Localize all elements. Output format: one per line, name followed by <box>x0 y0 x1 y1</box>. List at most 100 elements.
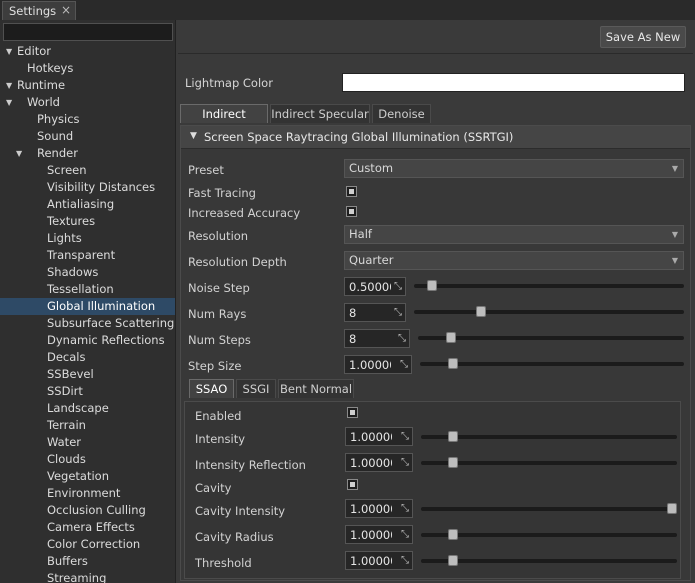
tab-bent-normal[interactable]: Bent Normal <box>278 379 354 398</box>
tree-item-occlusion-culling[interactable]: Occlusion Culling <box>0 502 175 519</box>
ssao-threshold-input[interactable]: 1.00000 ⤡ <box>345 551 413 570</box>
ssao-cavity-checkbox[interactable] <box>347 479 358 490</box>
tree-item-antialiasing[interactable]: Antialiasing <box>0 196 175 213</box>
increased-accuracy-label: Increased Accuracy <box>188 206 301 220</box>
tree-item-label: Decals <box>47 350 86 364</box>
noise-step-slider-handle[interactable] <box>427 280 437 291</box>
tree-item-landscape[interactable]: Landscape <box>0 400 175 417</box>
increased-accuracy-checkbox[interactable] <box>346 206 357 217</box>
num-steps-label: Num Steps <box>188 333 251 347</box>
tree-item-buffers[interactable]: Buffers <box>0 553 175 570</box>
preset-select[interactable]: Custom ▼ <box>344 159 684 178</box>
num-steps-slider-handle[interactable] <box>446 332 456 343</box>
ssao-intensity-input[interactable]: 1.00000 ⤡ <box>345 427 413 446</box>
tree-item-ssbevel[interactable]: SSBevel <box>0 366 175 383</box>
tree-item-render[interactable]: ▼ Render <box>0 145 175 162</box>
tree-item-clouds[interactable]: Clouds <box>0 451 175 468</box>
resolution-label: Resolution <box>188 229 249 243</box>
resolution-select[interactable]: Half ▼ <box>344 225 684 244</box>
ssao-cavity-radius-input[interactable]: 1.00000 ⤡ <box>345 525 413 544</box>
tab-denoise[interactable]: Denoise <box>372 104 431 123</box>
tree-item-transparent[interactable]: Transparent <box>0 247 175 264</box>
tree-item-decals[interactable]: Decals <box>0 349 175 366</box>
tree-item-tessellation[interactable]: Tessellation <box>0 281 175 298</box>
ssao-intensity-slider[interactable] <box>421 431 677 442</box>
tree-item-label: World <box>27 95 60 109</box>
tree-item-physics[interactable]: Physics <box>0 111 175 128</box>
num-steps-slider[interactable] <box>418 332 684 343</box>
ssao-intensity-reflection-slider[interactable] <box>421 457 677 468</box>
tab-indirect-diffuse[interactable]: Indirect Diffuse <box>180 104 268 140</box>
tree-item-label: Visibility Distances <box>47 180 156 194</box>
tree-item-label: Hotkeys <box>27 61 74 75</box>
drag-handle-icon: ⤡ <box>400 359 408 370</box>
lightmap-color-swatch[interactable] <box>342 73 685 92</box>
ssao-cavity-radius-slider-handle[interactable] <box>448 529 458 540</box>
tab-indirect-specular[interactable]: Indirect Specular <box>270 104 370 123</box>
num-rays-value: 8 <box>349 306 357 320</box>
ssao-cavity-radius-slider[interactable] <box>421 529 677 540</box>
ssao-cavity-intensity-input[interactable]: 1.00000 ⤡ <box>345 499 413 518</box>
tree-expand-arrow-icon[interactable]: ▼ <box>16 145 22 162</box>
ssao-intensity-slider-handle[interactable] <box>448 431 458 442</box>
tree-item-dynamic-reflections[interactable]: Dynamic Reflections <box>0 332 175 349</box>
tree-item-camera-effects[interactable]: Camera Effects <box>0 519 175 536</box>
tree-item-screen[interactable]: Screen <box>0 162 175 179</box>
tree-item-terrain[interactable]: Terrain <box>0 417 175 434</box>
tab-ssao[interactable]: SSAO <box>189 379 234 398</box>
search-input[interactable] <box>3 23 173 41</box>
ssao-threshold-slider-handle[interactable] <box>448 555 458 566</box>
noise-step-slider[interactable] <box>414 280 684 291</box>
tree-item-label: Antialiasing <box>47 197 115 211</box>
step-size-slider[interactable] <box>420 358 684 369</box>
tree-item-color-correction[interactable]: Color Correction <box>0 536 175 553</box>
tree-item-editor[interactable]: ▼ Editor <box>0 43 175 60</box>
ssrtgi-section-header[interactable]: ▼ Screen Space Raytracing Global Illumin… <box>181 126 690 149</box>
tree-item-lights[interactable]: Lights <box>0 230 175 247</box>
fast-tracing-checkbox[interactable] <box>346 186 357 197</box>
tree-expand-arrow-icon[interactable]: ▼ <box>6 77 12 94</box>
resolution-depth-select[interactable]: Quarter ▼ <box>344 251 684 270</box>
ssao-cavity-intensity-label: Cavity Intensity <box>195 504 286 518</box>
tree-item-water[interactable]: Water <box>0 434 175 451</box>
ssao-cavity-intensity-slider-handle[interactable] <box>667 503 677 514</box>
noise-step-input[interactable]: 0.50000 ⤡ <box>344 277 406 296</box>
tree-item-ssdirt[interactable]: SSDirt <box>0 383 175 400</box>
tree-item-label: Screen <box>47 163 87 177</box>
tree-item-subsurface-scattering[interactable]: Subsurface Scattering <box>0 315 175 332</box>
ssao-enabled-label: Enabled <box>195 409 242 423</box>
tree-item-visibility-distances[interactable]: Visibility Distances <box>0 179 175 196</box>
tree-item-world[interactable]: ▼ World <box>0 94 175 111</box>
save-as-new-button[interactable]: Save As New <box>600 26 686 48</box>
num-rays-slider[interactable] <box>414 306 684 317</box>
tree-item-shadows[interactable]: Shadows <box>0 264 175 281</box>
ssao-threshold-value: 1.00000 <box>350 554 392 568</box>
close-icon[interactable]: × <box>61 3 71 17</box>
tree-item-vegetation[interactable]: Vegetation <box>0 468 175 485</box>
num-rays-input[interactable]: 8 ⤡ <box>344 303 406 322</box>
tree-item-sound[interactable]: Sound <box>0 128 175 145</box>
step-size-slider-handle[interactable] <box>448 358 458 369</box>
num-steps-input[interactable]: 8 ⤡ <box>344 329 410 348</box>
tree-item-hotkeys[interactable]: Hotkeys <box>0 60 175 77</box>
ssao-cavity-intensity-slider[interactable] <box>421 503 677 514</box>
num-rays-slider-handle[interactable] <box>476 306 486 317</box>
tree-item-label: Runtime <box>17 78 66 92</box>
drag-handle-icon: ⤡ <box>401 457 409 468</box>
tree-item-global-illumination[interactable]: Global Illumination <box>0 298 175 315</box>
tab-settings[interactable]: Settings × <box>2 1 76 20</box>
ssao-threshold-slider[interactable] <box>421 555 677 566</box>
step-size-input[interactable]: 1.00000 ⤡ <box>344 355 412 374</box>
ssao-intensity-reflection-slider-handle[interactable] <box>448 457 458 468</box>
tree-item-runtime[interactable]: ▼ Runtime <box>0 77 175 94</box>
tree-item-textures[interactable]: Textures <box>0 213 175 230</box>
tree-expand-arrow-icon[interactable]: ▼ <box>6 94 12 111</box>
tree-item-label: Vegetation <box>47 469 110 483</box>
ssao-intensity-reflection-input[interactable]: 1.00000 ⤡ <box>345 453 413 472</box>
tree-item-streaming[interactable]: Streaming <box>0 570 175 583</box>
tree-item-environment[interactable]: Environment <box>0 485 175 502</box>
tab-ssgi[interactable]: SSGI <box>236 379 276 398</box>
tree-expand-arrow-icon[interactable]: ▼ <box>6 43 12 60</box>
tree-item-label: Tessellation <box>47 282 114 296</box>
ssao-enabled-checkbox[interactable] <box>347 407 358 418</box>
